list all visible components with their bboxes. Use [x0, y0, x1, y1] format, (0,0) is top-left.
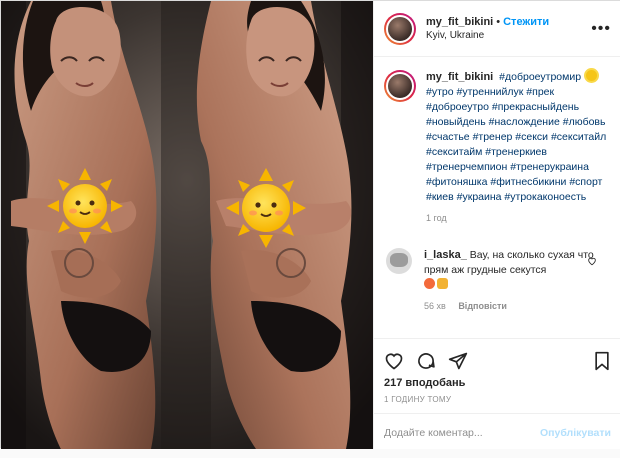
post-actions: 217 вподобань 1 годину тому Опублікувати [374, 338, 620, 458]
commenter-avatar[interactable] [386, 248, 412, 274]
caption-age: 1 год [426, 213, 447, 223]
heart-eyes-emoji-icon [424, 278, 435, 289]
caption-hashtag[interactable]: #доброеутромир [499, 71, 581, 83]
caption-body: my_fit_bikini #доброеутромир #утро #утре… [426, 70, 611, 226]
avatar-image [386, 72, 414, 100]
post-header: my_fit_bikini • Стежити Kyiv, Ukraine ••• [374, 1, 620, 57]
sun-sticker-icon [226, 168, 306, 248]
caption-hashtags[interactable]: #утро #утреннийлук #прек #доброеутро #пр… [426, 86, 606, 203]
instagram-post-modal: my_fit_bikini • Стежити Kyiv, Ukraine ••• … [0, 0, 620, 449]
flexed-biceps-emoji-icon [437, 278, 448, 289]
separator-dot: • [496, 15, 501, 28]
comment-item: i_laska_ Вау, на сколько сухая что прям … [384, 248, 611, 314]
caption-username[interactable]: my_fit_bikini [426, 71, 493, 83]
reply-button[interactable]: Відповісти [458, 301, 507, 311]
comment-like-heart-icon[interactable] [587, 256, 597, 269]
sun-sticker-icon [47, 168, 123, 244]
action-icons [374, 339, 620, 375]
follow-button[interactable]: Стежити [503, 16, 549, 28]
post-photo[interactable] [1, 1, 373, 449]
post-header-text: my_fit_bikini • Стежити Kyiv, Ukraine [426, 15, 549, 43]
paper-plane-icon[interactable] [448, 351, 468, 371]
publish-button[interactable]: Опублікувати [540, 427, 611, 439]
sun-emoji-icon [585, 70, 597, 81]
post-side-panel: my_fit_bikini • Стежити Kyiv, Ukraine ••• … [373, 1, 620, 449]
comment-input[interactable] [384, 426, 540, 439]
caption: my_fit_bikini #доброеутромир #утро #утре… [384, 70, 611, 226]
add-comment-bar: Опублікувати [374, 413, 620, 451]
comments-section: my_fit_bikini #доброеутромир #утро #утре… [374, 58, 620, 338]
avatar[interactable] [384, 12, 416, 45]
likes-count[interactable]: 217 вподобань [374, 375, 620, 391]
post-location[interactable]: Kyiv, Ukraine [426, 29, 549, 43]
more-options-icon[interactable]: ••• [591, 20, 611, 38]
post-photo-image [1, 1, 373, 449]
comment-age: 56 хв [424, 301, 446, 311]
comment-meta: 56 хв Відповісти [424, 299, 594, 314]
comment-body: i_laska_ Вау, на сколько сухая что прям … [424, 248, 594, 314]
post-username[interactable]: my_fit_bikini [426, 16, 493, 28]
avatar[interactable] [384, 70, 416, 102]
comment-bubble-icon[interactable] [416, 351, 436, 371]
comment-username[interactable]: i_laska_ [424, 249, 467, 261]
heart-icon[interactable] [384, 351, 404, 371]
bookmark-icon[interactable] [593, 351, 611, 371]
avatar-image [386, 14, 414, 43]
post-timestamp[interactable]: 1 годину тому [374, 391, 620, 404]
